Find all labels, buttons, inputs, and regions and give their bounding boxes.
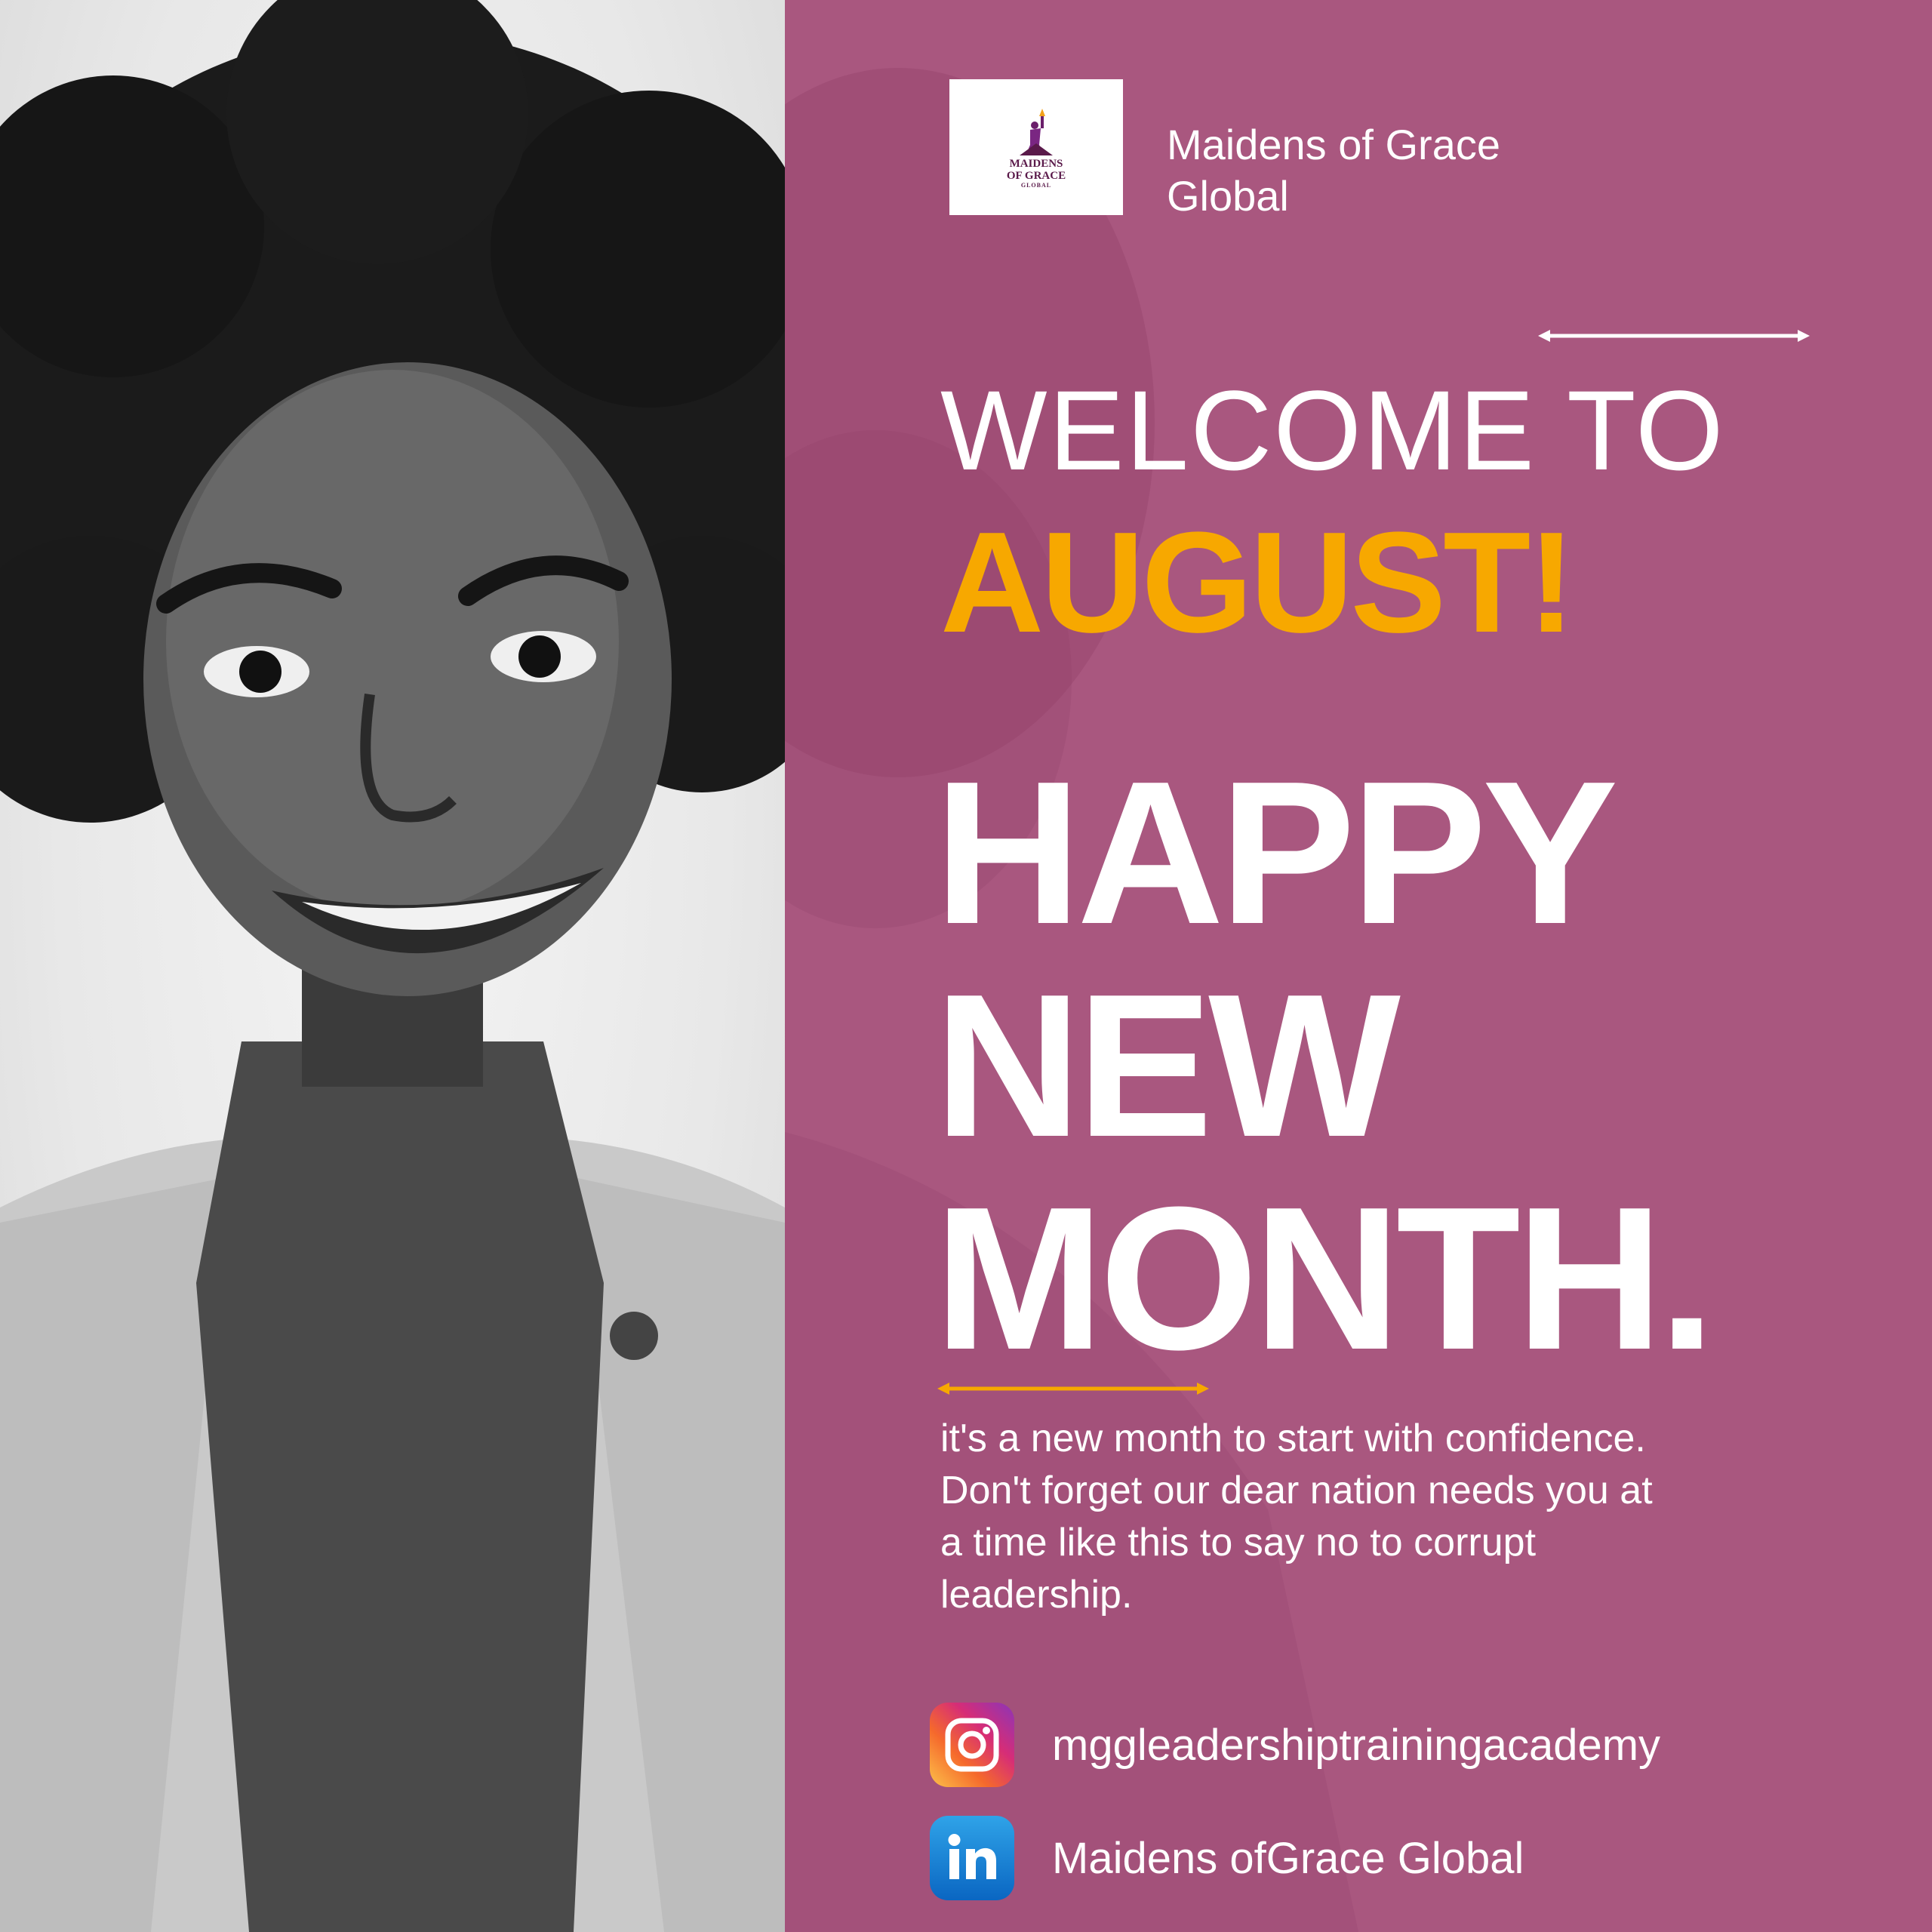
linkedin-link[interactable]: Maidens ofGrace Global [930, 1816, 1524, 1900]
instagram-link[interactable]: mggleadershiptrainingacademy [930, 1703, 1660, 1787]
logo-line-3: GLOBAL [1020, 181, 1052, 189]
double-arrow-divider-bottom [937, 1383, 1209, 1395]
brand-name-line-1: Maidens of Grace [1167, 121, 1500, 168]
portrait-photo [0, 0, 785, 1932]
brand-name-line-2: Global [1167, 172, 1289, 220]
torch-bearer-icon [1020, 109, 1053, 156]
linkedin-icon[interactable] [930, 1816, 1014, 1900]
logo-wordmark: MAIDENS OF GRACE GLOBAL [1007, 158, 1066, 189]
greeting-line-1: HAPPY [934, 740, 1618, 967]
message-text: it's a new month to start with confidenc… [940, 1417, 1653, 1617]
instagram-icon[interactable] [930, 1703, 1014, 1787]
logo-line-1: MAIDENS [1009, 158, 1063, 171]
greeting-line-3: MONTH. [934, 1165, 1715, 1392]
logo-line-2: OF GRACE [1006, 169, 1066, 182]
woman-portrait-illustration [0, 0, 785, 1932]
organization-logo: MAIDENS OF GRACE GLOBAL [949, 79, 1123, 215]
greeting-line-2: NEW [934, 952, 1401, 1180]
greeting-heading: HAPPY NEW MONTH. [934, 740, 1715, 1392]
double-arrow-divider-top [1538, 330, 1810, 342]
welcome-heading: WELCOME TO [940, 367, 1725, 494]
linkedin-handle[interactable]: Maidens ofGrace Global [1052, 1833, 1524, 1884]
brand-name: Maidens of Grace Global [1167, 119, 1589, 222]
instagram-handle[interactable]: mggleadershiptrainingacademy [1052, 1720, 1660, 1770]
month-heading: AUGUST! [940, 503, 1575, 663]
